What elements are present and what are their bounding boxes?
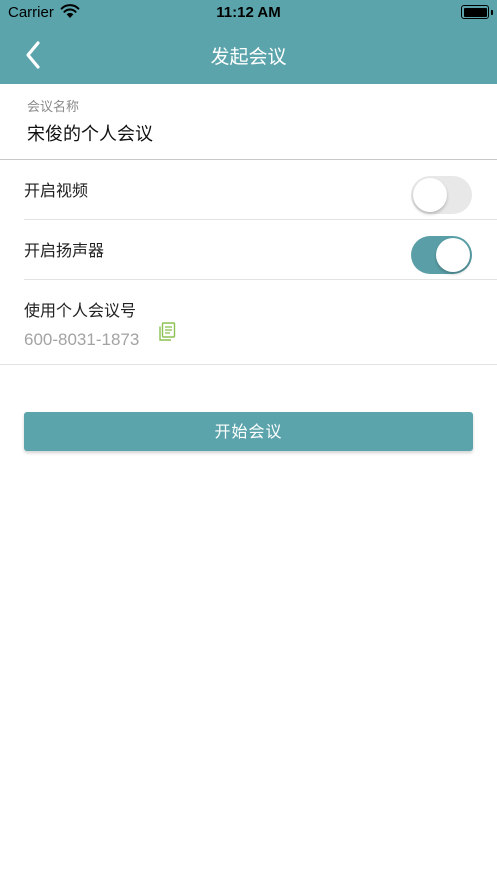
speaker-setting-row: 开启扬声器 [0,220,497,280]
meeting-name-input[interactable] [27,122,467,143]
video-toggle[interactable] [411,176,472,214]
meeting-name-label: 会议名称 [27,100,80,115]
battery-tip [491,10,493,15]
toggle-knob [436,238,470,272]
speaker-setting-label: 开启扬声器 [24,241,105,260]
copy-icon[interactable] [158,322,176,342]
battery-icon [461,5,489,19]
personal-meeting-row[interactable]: 使用个人会议号 600-8031-1873 [0,280,497,365]
video-setting-row: 开启视频 [0,160,497,220]
start-meeting-button[interactable]: 开始会议 [24,412,473,451]
personal-meeting-number: 600-8031-1873 [24,330,140,349]
toggle-knob [413,178,447,212]
battery-level [463,7,487,17]
speaker-toggle[interactable] [411,236,472,274]
status-bar: Carrier 11:12 AM [0,0,497,26]
video-setting-label: 开启视频 [24,181,89,200]
status-time: 11:12 AM [216,4,281,21]
meeting-name-section: 会议名称 [0,84,497,160]
personal-meeting-label: 使用个人会议号 [24,301,137,320]
navigation-bar: 发起会议 [0,26,497,84]
page-title: 发起会议 [210,46,287,68]
